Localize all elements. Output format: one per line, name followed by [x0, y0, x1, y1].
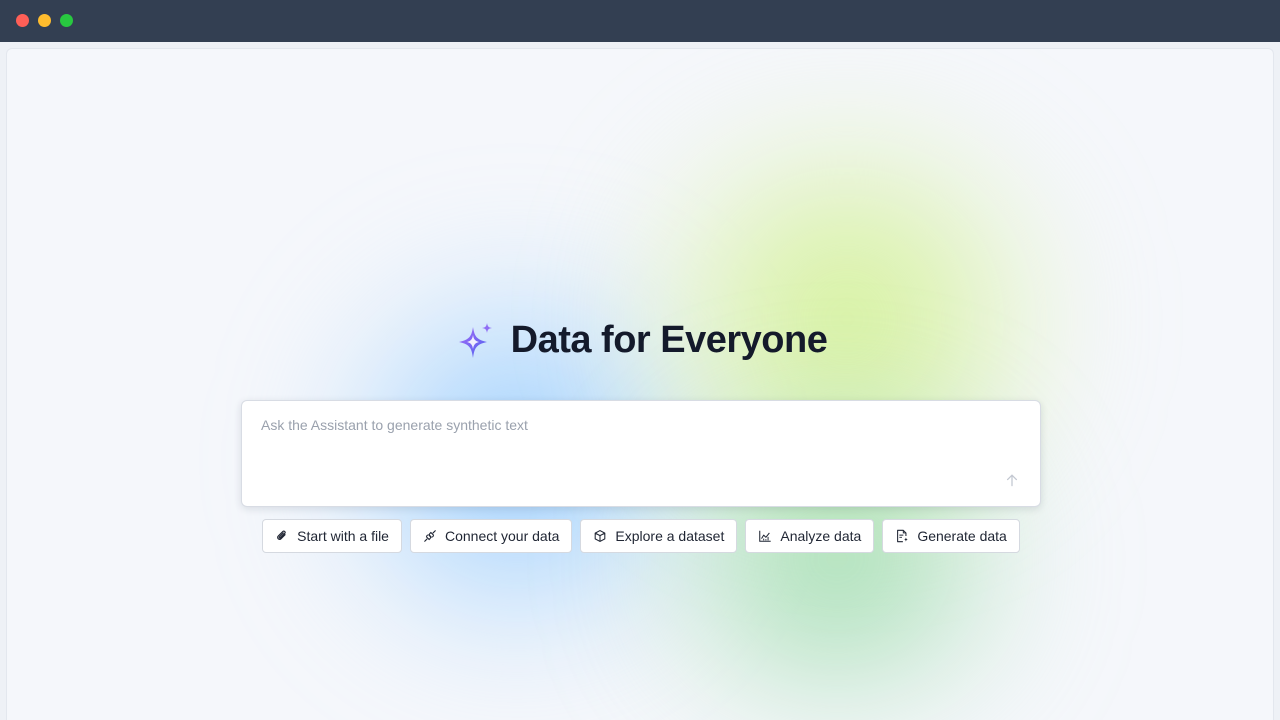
analyze-data-button[interactable]: Analyze data: [745, 519, 875, 553]
assistant-prompt-box: [241, 400, 1041, 507]
close-window-button[interactable]: [16, 14, 29, 27]
chart-icon: [759, 530, 772, 542]
window-titlebar: [0, 0, 1280, 42]
connect-data-label: Connect your data: [444, 528, 560, 544]
sparkle-icon: [455, 321, 495, 361]
plug-icon: [424, 530, 436, 542]
connect-data-button[interactable]: Connect your data: [409, 519, 573, 553]
quick-actions: Start with a file Connect your data Expl…: [7, 519, 1273, 553]
start-with-file-label: Start with a file: [297, 528, 389, 544]
minimize-window-button[interactable]: [38, 14, 51, 27]
cube-icon: [595, 530, 606, 542]
hero: Data for Everyone: [7, 319, 1273, 366]
app-frame: Data for Everyone Start with a file: [0, 42, 1280, 720]
generate-data-button[interactable]: Generate data: [882, 519, 1020, 553]
assistant-prompt-input[interactable]: [259, 415, 983, 489]
paperclip-icon: [277, 530, 286, 540]
arrow-up-icon: [1006, 474, 1018, 487]
generate-data-label: Generate data: [917, 528, 1007, 544]
analyze-data-label: Analyze data: [780, 528, 862, 544]
document-sparkle-icon: [897, 529, 909, 543]
start-with-file-button[interactable]: Start with a file: [262, 519, 402, 553]
explore-dataset-label: Explore a dataset: [615, 528, 725, 544]
page-title: Data for Everyone: [510, 319, 828, 361]
main-canvas: Data for Everyone Start with a file: [6, 48, 1274, 720]
maximize-window-button[interactable]: [60, 14, 73, 27]
explore-dataset-button[interactable]: Explore a dataset: [580, 519, 738, 553]
send-button[interactable]: [1002, 470, 1022, 490]
